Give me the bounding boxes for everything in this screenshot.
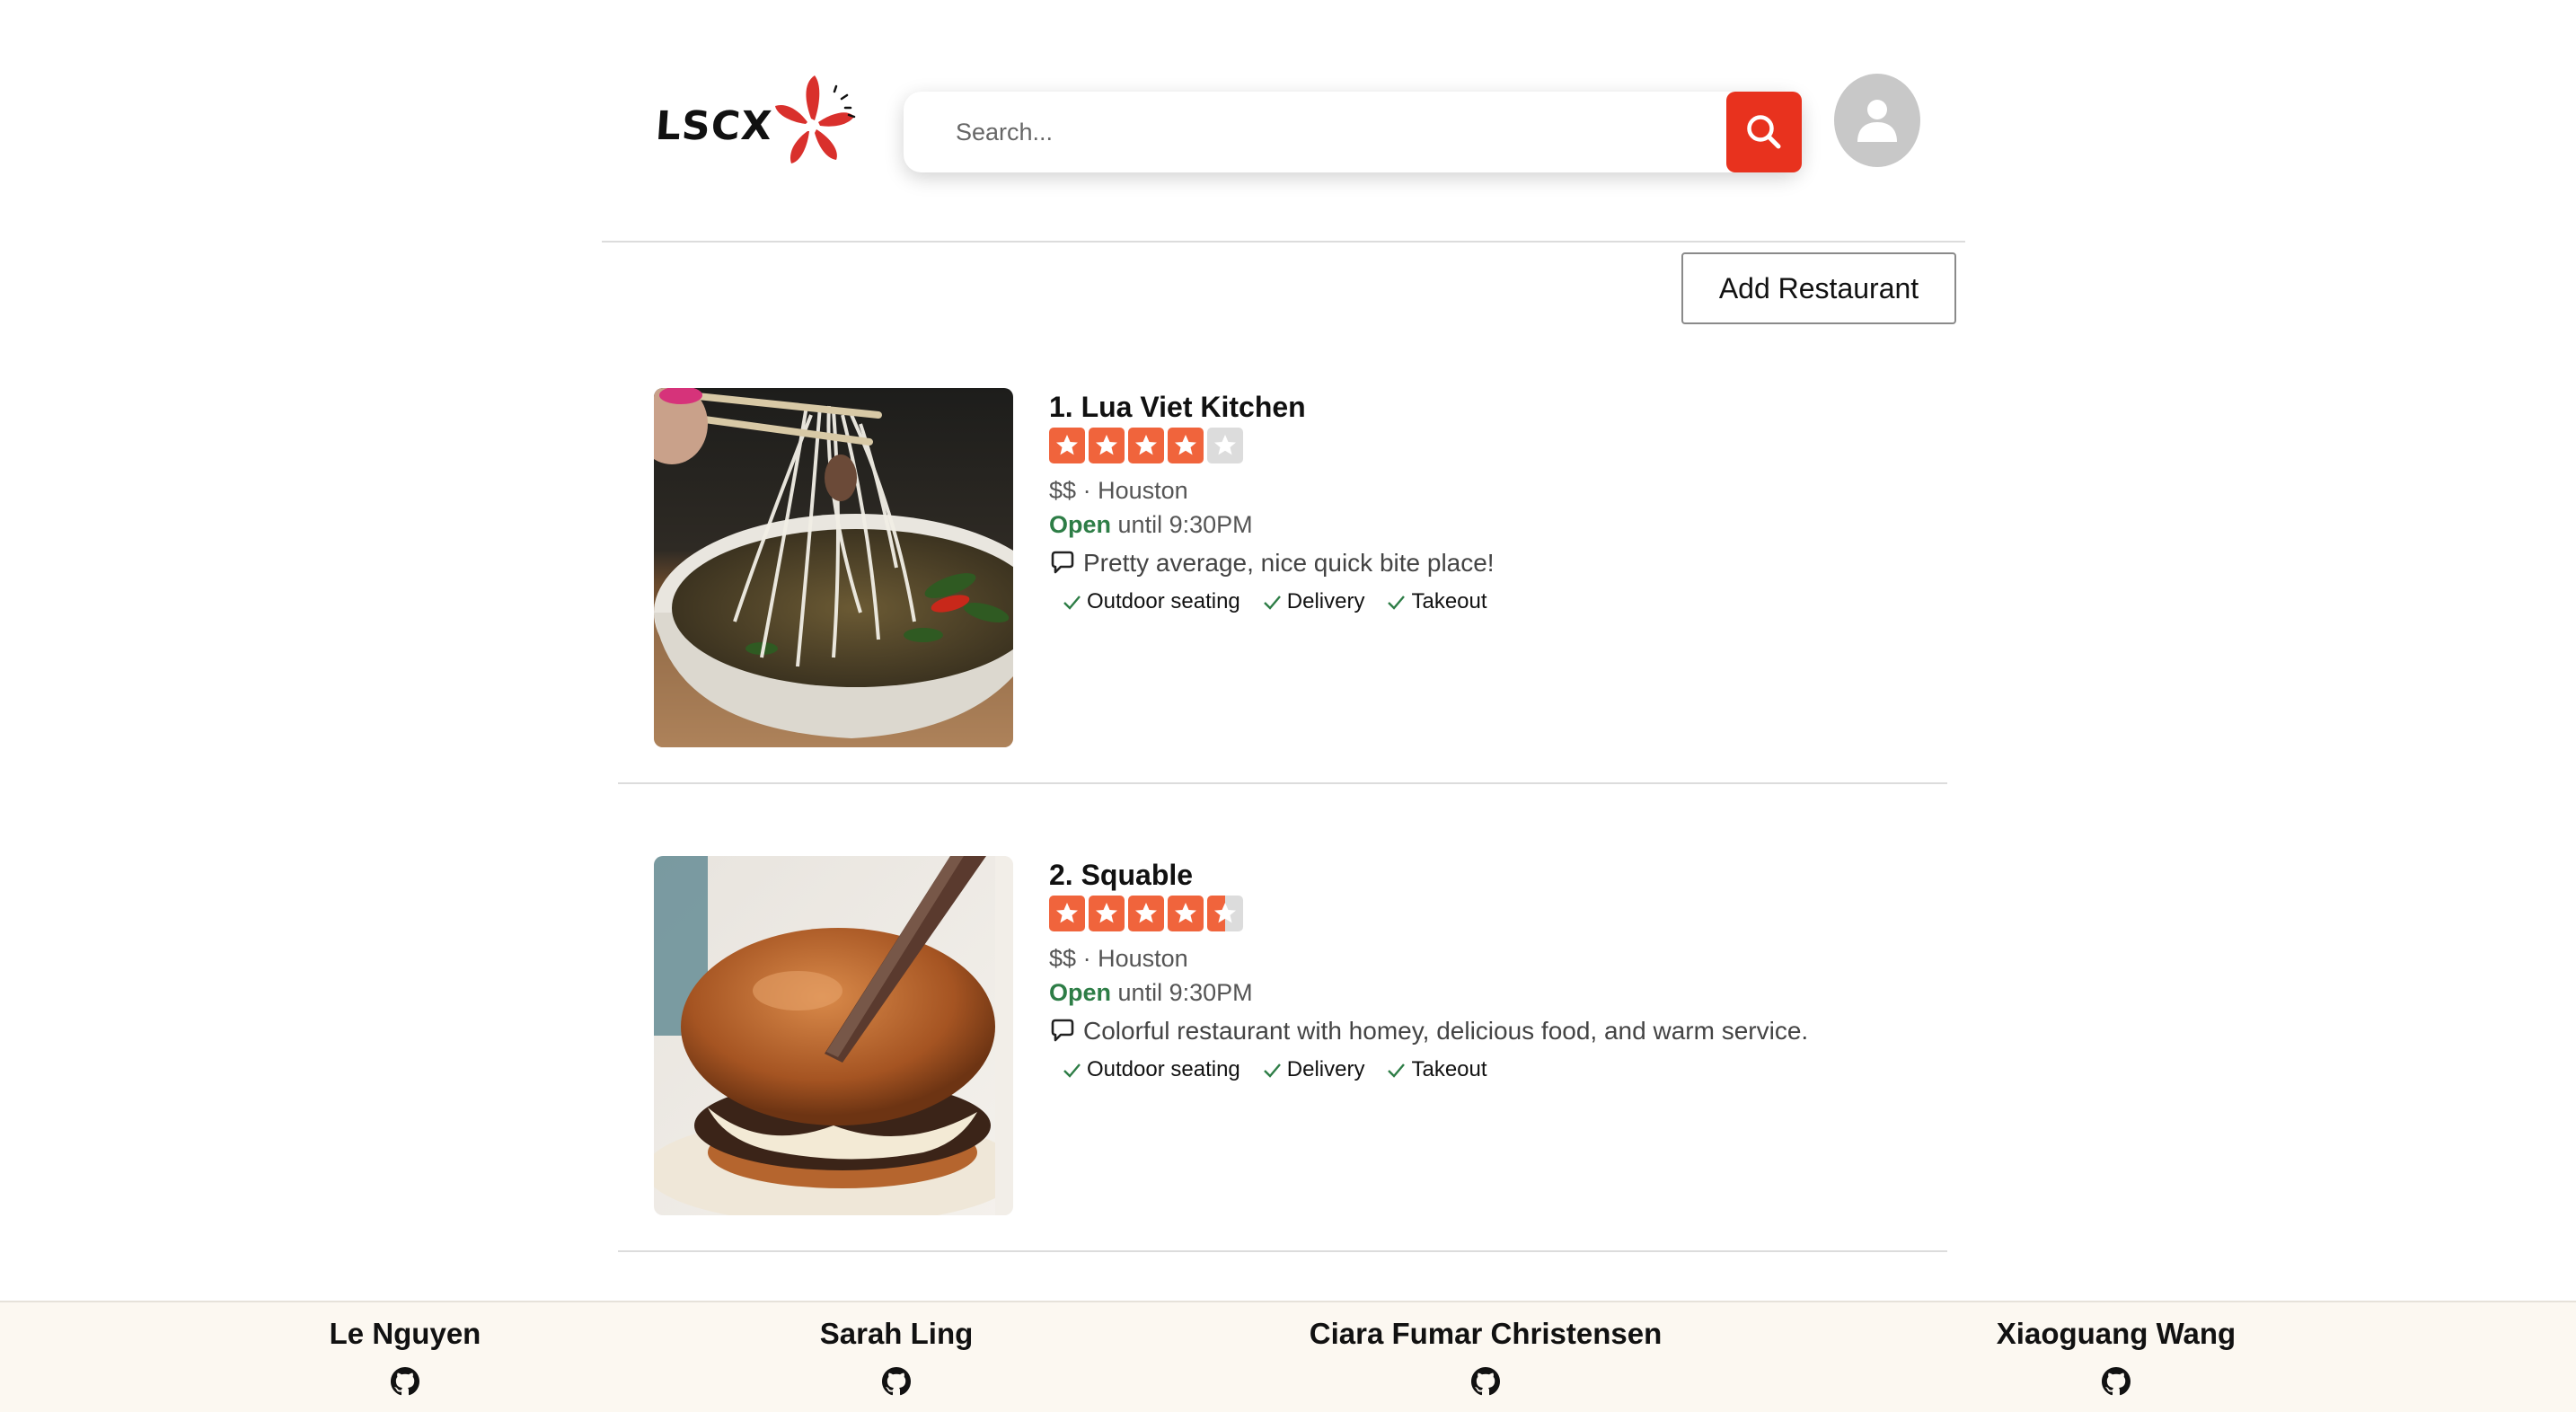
github-link[interactable] [136, 1367, 675, 1396]
search-icon [1747, 115, 1781, 149]
search-button[interactable] [1726, 92, 1802, 172]
search-input[interactable] [956, 105, 1710, 159]
opening-hours: Open until 9:30PM [1049, 507, 1947, 543]
snippet-text: Pretty average, nice quick bite place! [1083, 549, 1495, 577]
price-location: $$ · Houston [1049, 942, 1947, 975]
logo-burst-icon [775, 75, 856, 163]
check-icon [1388, 1063, 1406, 1078]
star-icon [1049, 896, 1085, 931]
review-snippet: Colorful restaurant with homey, deliciou… [1049, 1012, 1947, 1050]
check-icon [1063, 1063, 1081, 1078]
star-icon [1168, 896, 1204, 931]
amenity-delivery: Delivery [1262, 1057, 1365, 1082]
speech-bubble-icon [1051, 1019, 1074, 1042]
restaurant-name[interactable]: 1. Lua Viet Kitchen [1049, 388, 1947, 426]
amenity-label: Outdoor seating [1087, 589, 1240, 613]
star-icon [1089, 428, 1125, 463]
open-status: Open [1049, 979, 1112, 1006]
restaurant-card[interactable]: 1. Lua Viet Kitchen $$ · Houston Open un… [654, 388, 1947, 747]
amenity-label: Outdoor seating [1087, 1057, 1240, 1081]
user-avatar[interactable] [1834, 74, 1920, 167]
city: Houston [1098, 945, 1188, 972]
star-icon [1089, 896, 1125, 931]
star-icon [1128, 896, 1164, 931]
star-empty-icon [1207, 428, 1243, 463]
github-link[interactable] [1216, 1367, 1755, 1396]
user-icon [1857, 100, 1897, 142]
add-restaurant-button[interactable]: Add Restaurant [1681, 252, 1956, 324]
github-icon [391, 1367, 419, 1396]
footer-author: Ciara Fumar Christensen [1216, 1315, 1755, 1396]
page: LSCX Search... Add Restaurant 1. Lua Vie… [0, 0, 2576, 1412]
amenity-label: Takeout [1411, 1057, 1487, 1081]
site-logo[interactable]: LSCX [654, 72, 862, 180]
footer-author: Sarah Ling [627, 1315, 1166, 1396]
footer-author: Le Nguyen [136, 1315, 675, 1396]
amenities-list: Outdoor seating Delivery Takeout [1062, 584, 1947, 620]
price-location: $$ · Houston [1049, 474, 1947, 507]
logo-text: LSCX [654, 102, 774, 149]
price-range: $$ [1049, 945, 1077, 972]
amenity-outdoor-seating: Outdoor seating [1062, 589, 1240, 614]
check-icon [1388, 596, 1406, 610]
amenity-delivery: Delivery [1262, 589, 1365, 614]
pho-noodle-soup-image [654, 388, 1013, 747]
burger-with-knife-image [654, 856, 1013, 1215]
github-icon [2102, 1367, 2130, 1396]
city: Houston [1098, 477, 1188, 504]
star-rating [1049, 428, 1947, 463]
opening-hours: Open until 9:30PM [1049, 975, 1947, 1010]
author-name: Xiaoguang Wang [1996, 1317, 2236, 1350]
github-icon [882, 1367, 911, 1396]
star-icon [1049, 428, 1085, 463]
restaurant-photo-pho[interactable] [654, 388, 1013, 747]
closing-time: until 9:30PM [1117, 979, 1253, 1006]
restaurant-name[interactable]: 2. Squable [1049, 856, 1947, 894]
header-divider [602, 241, 1965, 243]
footer: Le Nguyen Sarah Ling Ciara Fumar Christe… [0, 1301, 2576, 1412]
star-icon [1128, 428, 1164, 463]
meta-separator: · [1082, 477, 1091, 504]
star-icon [1168, 428, 1204, 463]
snippet-text: Colorful restaurant with homey, deliciou… [1083, 1017, 1809, 1045]
amenities-list: Outdoor seating Delivery Takeout [1062, 1052, 1947, 1088]
star-rating [1049, 896, 1947, 931]
author-name: Le Nguyen [329, 1317, 481, 1350]
meta-separator: · [1082, 945, 1091, 972]
review-snippet: Pretty average, nice quick bite place! [1049, 544, 1947, 582]
amenity-label: Takeout [1411, 589, 1487, 613]
author-name: Ciara Fumar Christensen [1309, 1317, 1663, 1350]
amenity-label: Delivery [1286, 589, 1365, 613]
restaurant-info: 2. Squable $$ · Houston Open until 9:30P… [1049, 856, 1947, 1088]
amenity-takeout: Takeout [1386, 589, 1487, 614]
github-link[interactable] [627, 1367, 1166, 1396]
restaurant-photo-burger[interactable] [654, 856, 1013, 1215]
card-divider [618, 782, 1947, 784]
card-divider [618, 1250, 1947, 1252]
check-icon [1263, 596, 1281, 610]
author-name: Sarah Ling [819, 1317, 974, 1350]
github-icon [1471, 1367, 1500, 1396]
amenity-label: Delivery [1286, 1057, 1365, 1081]
amenity-takeout: Takeout [1386, 1057, 1487, 1082]
footer-author: Xiaoguang Wang [1847, 1315, 2386, 1396]
closing-time: until 9:30PM [1117, 511, 1253, 538]
price-range: $$ [1049, 477, 1077, 504]
speech-bubble-icon [1051, 551, 1074, 574]
github-link[interactable] [1847, 1367, 2386, 1396]
check-icon [1063, 596, 1081, 610]
search-bar [904, 92, 1802, 172]
restaurant-card[interactable]: 2. Squable $$ · Houston Open until 9:30P… [654, 856, 1947, 1215]
star-half-icon [1207, 896, 1243, 931]
open-status: Open [1049, 511, 1112, 538]
amenity-outdoor-seating: Outdoor seating [1062, 1057, 1240, 1082]
check-icon [1263, 1063, 1281, 1078]
restaurant-info: 1. Lua Viet Kitchen $$ · Houston Open un… [1049, 388, 1947, 620]
